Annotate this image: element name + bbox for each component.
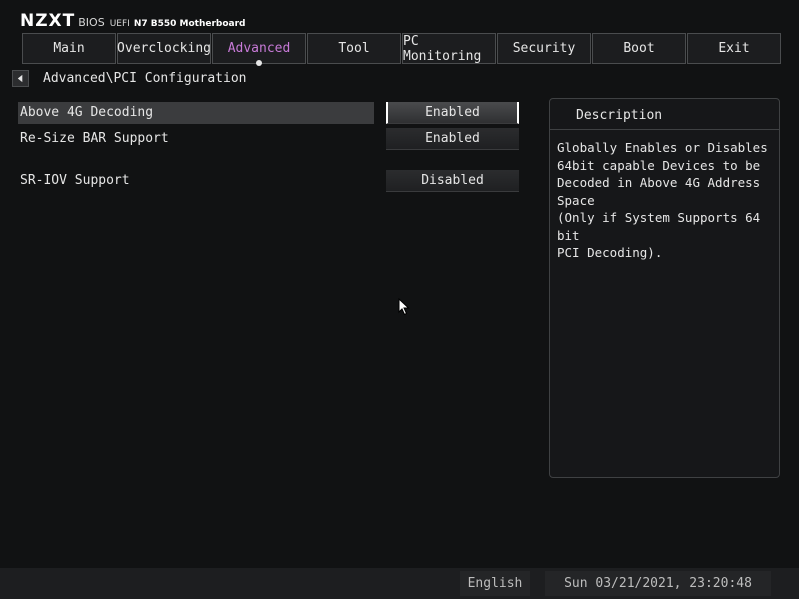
setting-label: Above 4G Decoding xyxy=(18,102,374,124)
description-text: Globally Enables or Disables 64bit capab… xyxy=(557,140,768,260)
uefi-label: UEFI xyxy=(109,19,130,29)
tab-pc-monitoring[interactable]: PC Monitoring xyxy=(402,33,496,64)
motherboard-model: N7 B550 Motherboard xyxy=(133,19,246,29)
date-time-display: Sun 03/21/2021, 23:20:48 xyxy=(545,571,771,596)
setting-label: Re-Size BAR Support xyxy=(20,131,169,146)
bios-label: BIOS xyxy=(78,16,105,29)
tab-tool[interactable]: Tool xyxy=(307,33,401,64)
settings-list: Above 4G Decoding Enabled Re-Size BAR Su… xyxy=(18,102,520,196)
back-button[interactable] xyxy=(12,70,29,87)
tab-exit[interactable]: Exit xyxy=(687,33,781,64)
tab-boot[interactable]: Boot xyxy=(592,33,686,64)
description-panel: Description Globally Enables or Disables… xyxy=(549,98,780,478)
mouse-cursor-icon xyxy=(398,298,410,316)
setting-label: SR-IOV Support xyxy=(20,173,130,188)
main-tabs: Main Overclocking Advanced Tool PC Monit… xyxy=(22,33,782,66)
brand-header: NZXT BIOS UEFI N7 B550 Motherboard xyxy=(20,11,246,31)
breadcrumb-row: Advanced\PCI Configuration xyxy=(12,70,247,87)
breadcrumb: Advanced\PCI Configuration xyxy=(43,71,247,86)
back-arrow-icon xyxy=(17,74,23,83)
setting-resize-bar-support[interactable]: Re-Size BAR Support Enabled xyxy=(18,128,520,150)
tab-overclocking[interactable]: Overclocking xyxy=(117,33,211,64)
setting-sr-iov-support[interactable]: SR-IOV Support Disabled xyxy=(18,170,520,192)
tab-security[interactable]: Security xyxy=(497,33,591,64)
nzxt-logo: NZXT xyxy=(20,11,76,31)
tab-advanced[interactable]: Advanced xyxy=(212,33,306,66)
status-bar: English Sun 03/21/2021, 23:20:48 xyxy=(0,568,799,599)
language-selector[interactable]: English xyxy=(460,571,530,596)
setting-value-button[interactable]: Enabled xyxy=(386,102,519,124)
tab-main[interactable]: Main xyxy=(22,33,116,64)
setting-above-4g-decoding[interactable]: Above 4G Decoding Enabled xyxy=(18,102,520,124)
description-title: Description xyxy=(550,99,779,130)
setting-value-button[interactable]: Enabled xyxy=(386,128,519,150)
setting-value-button[interactable]: Disabled xyxy=(386,170,519,192)
